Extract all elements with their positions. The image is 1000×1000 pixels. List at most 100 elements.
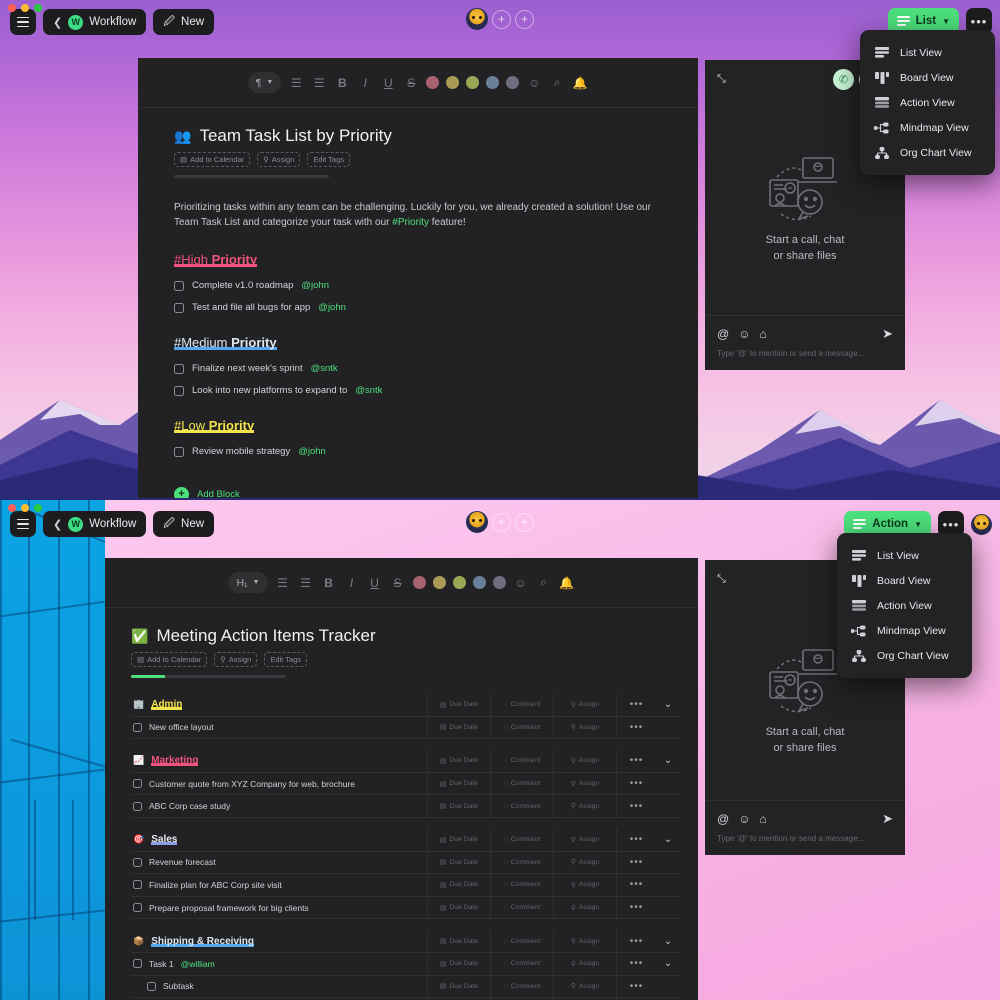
bell-icon[interactable]: 🔔 xyxy=(572,76,588,90)
comment-cell[interactable]: ◌Comment xyxy=(490,975,553,998)
at-icon[interactable]: @ xyxy=(717,327,729,341)
checkbox-icon[interactable] xyxy=(133,959,142,969)
comment-cell[interactable]: ◌Comment xyxy=(490,952,553,975)
color-swatch[interactable] xyxy=(426,76,440,89)
indent-decrease-icon[interactable]: ☰ xyxy=(288,76,304,90)
assign-cell[interactable]: ⚲Assign xyxy=(553,716,616,739)
checkbox-icon[interactable] xyxy=(147,981,156,991)
menu-item-org-chart-view[interactable]: Org Chart View xyxy=(837,643,972,668)
table-group-header[interactable]: 🎯 Sales ▤ Due Date ◌ Comment ⚲ Assign ••• ⌄ xyxy=(131,828,680,852)
upload-cloud-icon[interactable]: ⌂ xyxy=(759,327,766,341)
color-swatch[interactable] xyxy=(466,76,480,89)
hamburger-icon[interactable] xyxy=(10,511,36,537)
due-date-cell[interactable]: ▤Due Date xyxy=(427,750,490,772)
task-mention[interactable]: @sntk xyxy=(311,363,338,374)
row-more-button[interactable]: ••• xyxy=(616,828,656,851)
maximize-icon[interactable] xyxy=(34,4,42,12)
checkbox-icon[interactable] xyxy=(133,801,142,811)
table-row[interactable]: Finalize plan for ABC Corp site visit ▤ D… xyxy=(131,874,680,897)
assign-cell[interactable]: ⚲Assign xyxy=(553,874,616,896)
strikethrough-button[interactable]: S xyxy=(403,76,419,90)
collapse-arrows-icon[interactable]: ⤡ xyxy=(717,73,726,86)
assign-cell[interactable]: ⚲Assign xyxy=(553,930,616,952)
task-item[interactable]: Test and file all bugs for app @john xyxy=(174,302,662,313)
assign-button[interactable]: ⚲ Assign xyxy=(214,652,258,667)
row-more-button[interactable]: ••• xyxy=(616,930,656,952)
emoji-icon[interactable]: ☺ xyxy=(526,76,542,90)
table-row[interactable]: New office layout ▤ Due Date ◌ Comment ⚲ As… xyxy=(131,716,680,740)
task-mention[interactable]: @john xyxy=(318,302,346,313)
table-group-header[interactable]: 📈 Marketing ▤ Due Date ◌ Comment ⚲ Assign •… xyxy=(131,750,680,773)
tiger-avatar[interactable] xyxy=(971,513,992,535)
comment-cell[interactable]: ◌Comment xyxy=(490,851,553,874)
row-more-button[interactable]: ••• xyxy=(616,716,656,739)
plus-icon[interactable]: + xyxy=(515,512,534,532)
assign-cell[interactable]: ⚲Assign xyxy=(553,975,616,998)
indent-decrease-icon[interactable]: ☰ xyxy=(275,576,291,590)
search-icon[interactable]: ⌕ xyxy=(549,75,565,90)
text-style-select[interactable]: H₁ ▼ xyxy=(228,572,268,593)
collapse-arrows-icon[interactable]: ⤡ xyxy=(717,573,726,586)
checkbox-icon[interactable] xyxy=(133,722,142,732)
close-icon[interactable] xyxy=(8,4,16,12)
smiley-icon[interactable]: ☺ xyxy=(738,812,750,826)
task-item[interactable]: Review mobile strategy @john xyxy=(174,446,662,457)
menu-item-mindmap-view[interactable]: Mindmap View xyxy=(837,618,972,643)
comment-cell[interactable]: ◌Comment xyxy=(490,694,553,716)
comment-cell[interactable]: ◌Comment xyxy=(490,828,553,851)
color-swatch[interactable] xyxy=(472,576,486,589)
emoji-icon[interactable]: ☺ xyxy=(513,576,529,590)
task-mention[interactable]: @sntk xyxy=(355,385,382,396)
due-date-cell[interactable]: ▤Due Date xyxy=(427,930,490,952)
hamburger-icon[interactable] xyxy=(10,9,36,35)
due-date-cell[interactable]: ▤Due Date xyxy=(427,795,490,817)
assign-cell[interactable]: ⚲Assign xyxy=(553,896,616,919)
row-more-button[interactable]: ••• xyxy=(616,896,656,919)
checkbox-icon[interactable] xyxy=(174,385,184,396)
indent-increase-icon[interactable]: ☰ xyxy=(298,576,314,590)
due-date-cell[interactable]: ▤Due Date xyxy=(427,716,490,739)
menu-item-board-view[interactable]: Board View xyxy=(837,568,972,593)
table-row[interactable]: Customer quote from XYZ Company for web,… xyxy=(131,772,680,796)
due-date-cell[interactable]: ▤Due Date xyxy=(427,851,490,874)
task-item[interactable]: Finalize next week's sprint @sntk xyxy=(174,363,662,374)
chevron-down-icon[interactable]: ⌄ xyxy=(656,958,680,969)
color-swatch[interactable] xyxy=(412,576,426,589)
chat-input-placeholder[interactable]: Type '@' to mention or send a message... xyxy=(717,349,893,358)
due-date-cell[interactable]: ▤Due Date xyxy=(427,975,490,998)
color-swatch[interactable] xyxy=(506,76,520,89)
window-traffic-lights[interactable] xyxy=(8,504,42,512)
table-row[interactable]: Revenue forecast ▤ Due Date ◌ Comment ⚲ Ass… xyxy=(131,851,680,875)
checkbox-icon[interactable] xyxy=(133,857,142,867)
table-group-header[interactable]: 🏢 Admin ▤ Due Date ◌ Comment ⚲ Assign ••• ⌄ xyxy=(131,694,680,717)
comment-cell[interactable]: ◌Comment xyxy=(490,772,553,795)
due-date-cell[interactable]: ▤Due Date xyxy=(427,694,490,716)
edit-tags-button[interactable]: Edit Tags xyxy=(307,152,351,167)
minimize-icon[interactable] xyxy=(21,504,29,512)
priority-mention[interactable]: #Priority xyxy=(392,217,429,228)
comment-cell[interactable]: ◌Comment xyxy=(490,716,553,739)
assign-cell[interactable]: ⚲Assign xyxy=(553,694,616,716)
assign-cell[interactable]: ⚲Assign xyxy=(553,772,616,795)
strikethrough-button[interactable]: S xyxy=(390,576,406,590)
add-to-calendar-button[interactable]: ▤ Add to Calendar xyxy=(131,652,208,667)
color-swatch[interactable] xyxy=(432,576,446,589)
row-more-button[interactable]: ••• xyxy=(616,750,656,772)
chevron-down-icon[interactable]: ⌄ xyxy=(656,699,680,710)
task-mention[interactable]: @john xyxy=(301,280,329,291)
checkbox-icon[interactable] xyxy=(133,903,142,913)
checkbox-icon[interactable] xyxy=(174,446,184,457)
row-more-button[interactable]: ••• xyxy=(616,975,656,998)
bold-button[interactable]: B xyxy=(334,76,350,90)
chevron-down-icon[interactable]: ⌄ xyxy=(656,936,680,947)
row-more-button[interactable]: ••• xyxy=(616,952,656,975)
due-date-cell[interactable]: ▤Due Date xyxy=(427,772,490,795)
menu-item-mindmap-view[interactable]: Mindmap View xyxy=(860,115,995,140)
comment-cell[interactable]: ◌Comment xyxy=(490,874,553,896)
table-group-header[interactable]: 📦 Shipping & Receiving ▤ Due Date ◌ Commen… xyxy=(131,930,680,953)
menu-item-org-chart-view[interactable]: Org Chart View xyxy=(860,140,995,165)
due-date-cell[interactable]: ▤Due Date xyxy=(427,828,490,851)
checkbox-icon[interactable] xyxy=(133,779,142,789)
plus-icon[interactable]: + xyxy=(515,9,534,29)
due-date-cell[interactable]: ▤Due Date xyxy=(427,896,490,919)
